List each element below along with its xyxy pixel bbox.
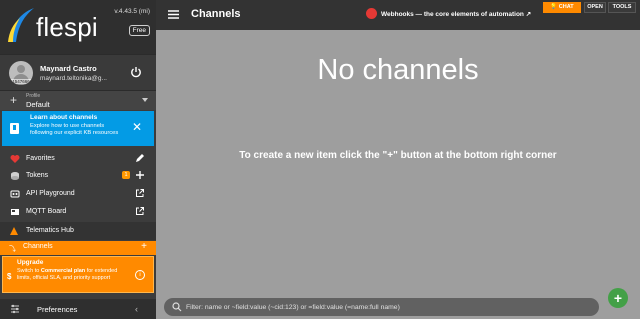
filter-input[interactable] (184, 300, 589, 314)
sidebar-section-telematics-hub[interactable]: Telematics Hub (0, 222, 156, 240)
plan-badge[interactable]: Free (128, 25, 150, 36)
sidebar-item-label: Tokens (26, 172, 49, 179)
sidebar-item-tokens[interactable]: Tokens 1 (0, 167, 156, 185)
section-label: Telematics Hub (26, 227, 74, 234)
playground-icon (10, 190, 20, 198)
info-icon[interactable]: i (135, 270, 145, 280)
profile-value: Default (26, 100, 50, 109)
brand-name: flespi (36, 12, 98, 42)
profile-caption: Profile (26, 93, 41, 99)
empty-state-hint: To create a new item click the "+" butto… (239, 150, 557, 161)
empty-state-title: No channels (317, 54, 479, 86)
power-icon[interactable] (130, 66, 142, 78)
learn-channels-banner[interactable]: Learn about channels Explore how to use … (2, 111, 154, 146)
open-external-icon[interactable] (135, 188, 145, 198)
chevron-left-icon[interactable]: ‹ (135, 304, 138, 314)
banner-text: Explore how to use channels following ou… (30, 123, 119, 136)
sidebar-item-label: Favorites (26, 155, 55, 162)
top-bar: Channels Webhooks — the core elements of… (156, 0, 640, 30)
heart-icon (10, 155, 20, 163)
main-content: No channels To create a new item click t… (156, 30, 640, 319)
sidebar-item-label: MQTT Board (26, 208, 67, 215)
add-profile-icon[interactable]: + (10, 93, 17, 107)
add-item-button[interactable]: + (608, 288, 628, 308)
page-title: Channels (191, 8, 241, 20)
profile-selector[interactable]: + Profile Default (0, 90, 156, 110)
filter-bar[interactable] (164, 298, 599, 316)
avatar-id: 1547666 (9, 79, 33, 84)
sidebar-item-api-playground[interactable]: API Playground (0, 185, 156, 203)
sidebar-item-label: Channels (23, 243, 53, 250)
add-channel-icon[interactable]: + (141, 241, 147, 252)
announcement-link[interactable]: Webhooks — the core elements of automati… (366, 8, 531, 20)
pencil-icon[interactable] (135, 153, 145, 163)
hub-icon (10, 227, 18, 235)
flespi-logo-icon (8, 8, 34, 42)
sidebar-item-channels[interactable]: ⤵ Channels + (0, 241, 156, 255)
user-email: maynard.teltonika@g... (40, 75, 107, 82)
user-name: Maynard Castro (40, 64, 97, 73)
plus-icon[interactable] (135, 170, 145, 180)
coins-icon (11, 172, 19, 180)
chevron-down-icon (142, 98, 148, 102)
channels-icon: ⤵ (9, 246, 16, 253)
open-button[interactable]: OPEN (584, 2, 606, 13)
user-panel: 1547666 Maynard Castro maynard.teltonika… (0, 54, 156, 90)
hamburger-menu-icon[interactable] (168, 10, 179, 19)
brand-header: flespi v.4.43.5 (mi) Free (0, 0, 156, 54)
chat-button[interactable]: 💡 CHAT (543, 2, 581, 13)
dollar-icon: $ (7, 272, 12, 281)
megaphone-icon (366, 8, 377, 19)
sidebar-item-favorites[interactable]: Favorites (0, 150, 156, 168)
book-icon (10, 123, 19, 134)
close-icon[interactable]: ✕ (132, 121, 142, 133)
preferences-item[interactable]: Preferences ‹ (0, 299, 156, 319)
tools-button[interactable]: TOOLS (608, 2, 636, 13)
sidebar: flespi v.4.43.5 (mi) Free 1547666 Maynar… (0, 0, 156, 319)
preferences-label: Preferences (37, 305, 78, 314)
upgrade-text: Switch to Commercial plan for extended l… (17, 268, 118, 281)
avatar[interactable]: 1547666 (9, 61, 33, 85)
upgrade-title: Upgrade (17, 259, 44, 266)
board-icon (11, 209, 19, 215)
banner-title: Learn about channels (30, 114, 98, 121)
upgrade-banner[interactable]: $ Upgrade Switch to Commercial plan for … (2, 256, 154, 293)
sliders-icon (11, 304, 19, 314)
search-icon (172, 302, 182, 312)
open-external-icon[interactable] (135, 206, 145, 216)
version-label: v.4.43.5 (mi) (114, 8, 150, 15)
tokens-count-badge: 1 (122, 171, 130, 179)
sidebar-item-label: API Playground (26, 190, 75, 197)
sidebar-item-mqtt-board[interactable]: MQTT Board (0, 203, 156, 221)
